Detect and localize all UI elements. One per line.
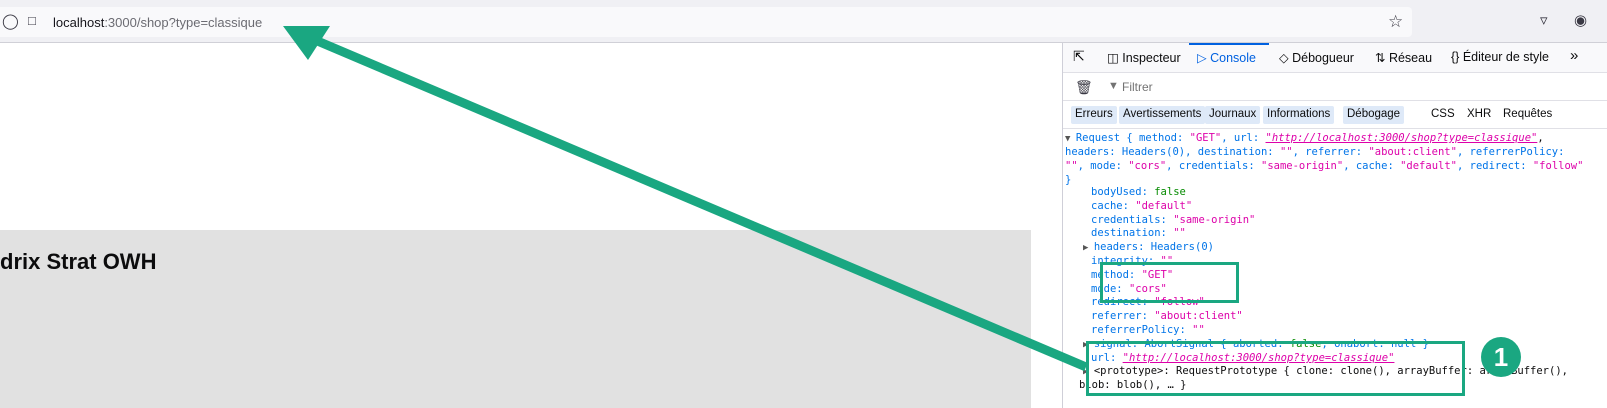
annotation-arrow <box>283 26 1088 372</box>
step-badge: 1 <box>1481 337 1521 377</box>
arrow-shaft <box>306 32 1088 372</box>
